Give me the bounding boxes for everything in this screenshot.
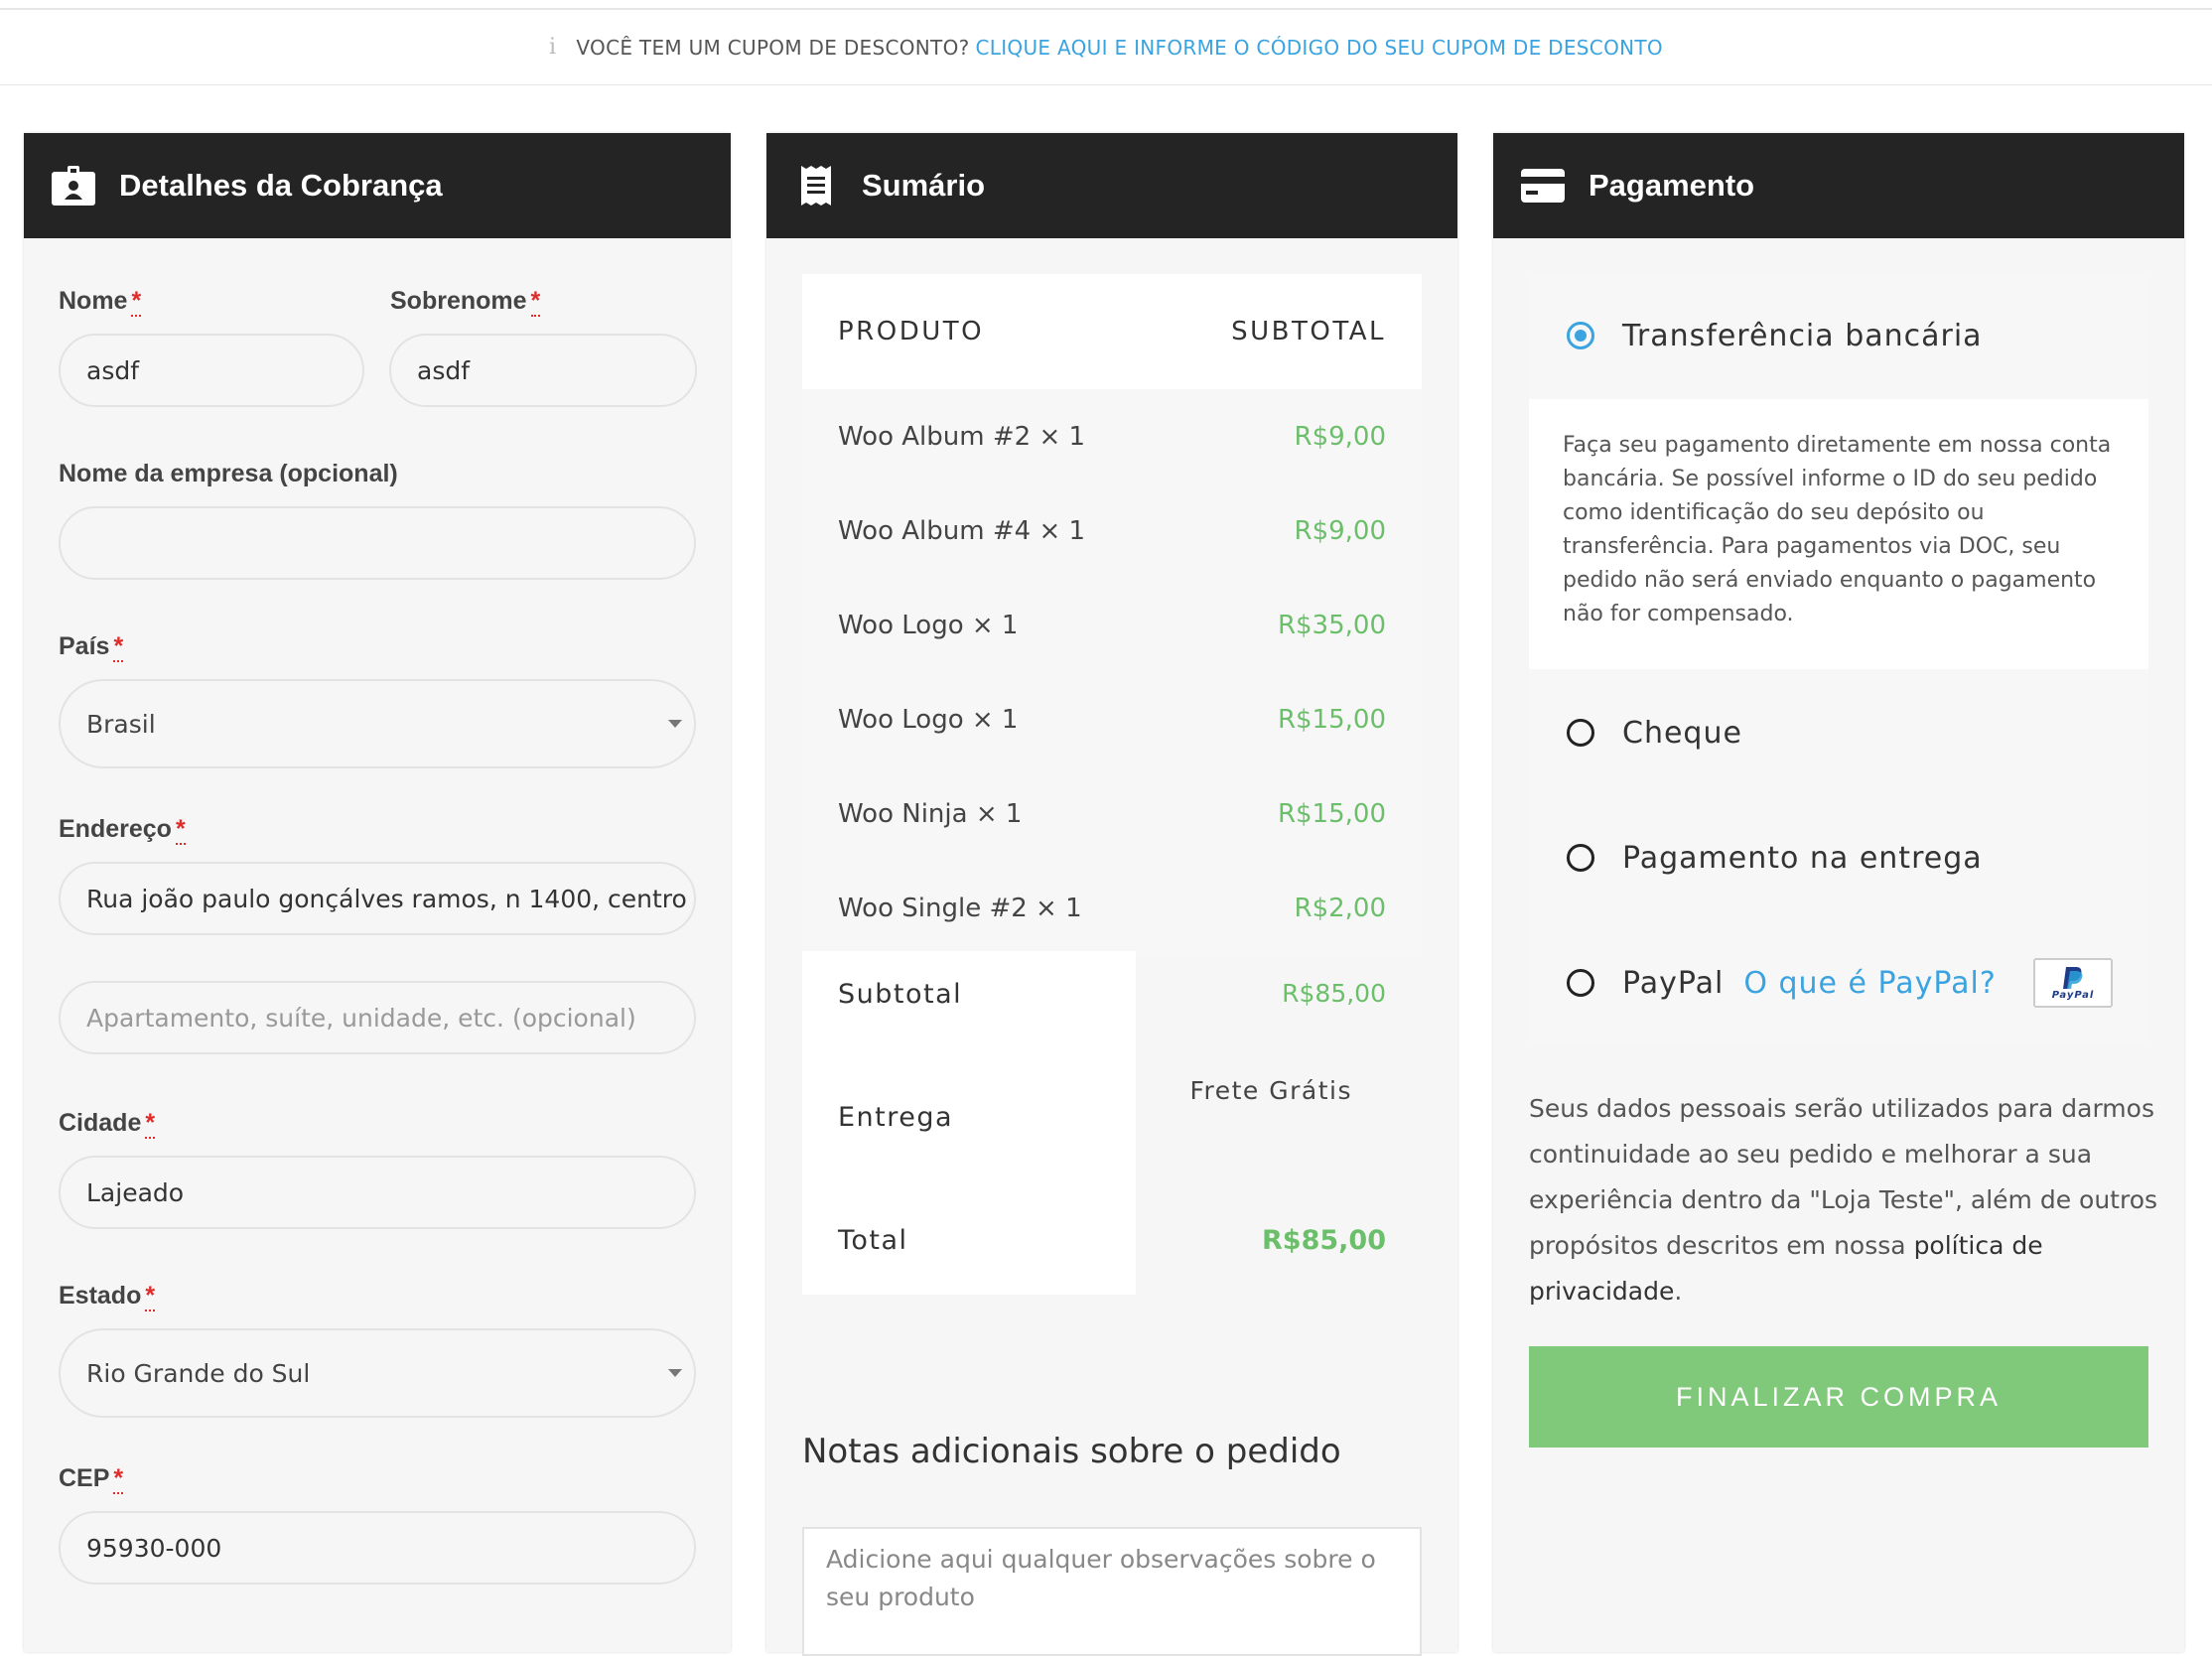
radio-icon[interactable] — [1567, 844, 1594, 872]
payment-option-cheque[interactable]: Cheque — [1529, 673, 2148, 792]
credit-card-icon — [1519, 166, 1567, 206]
chevron-down-icon — [668, 720, 682, 728]
payment-option-cod[interactable]: Pagamento na entrega — [1529, 798, 2148, 917]
payment-title: Pagamento — [1589, 168, 1755, 203]
table-row: Woo Album #2 × 1 R$9,00 — [802, 389, 1422, 483]
paypal-logo-text: PayPal — [2051, 990, 2095, 1001]
item-price: R$2,00 — [1294, 893, 1387, 923]
place-order-button[interactable]: FINALIZAR COMPRA — [1529, 1346, 2148, 1448]
order-totals: Subtotal R$85,00 Entrega Frete Grátis To… — [802, 951, 1422, 1295]
company-input[interactable] — [59, 506, 696, 580]
payment-option-label: Pagamento na entrega — [1622, 840, 1983, 876]
receipt-icon — [792, 166, 840, 206]
total-value: R$85,00 — [1262, 1225, 1386, 1256]
order-table-header: PRODUTO SUBTOTAL — [802, 274, 1422, 389]
address-input[interactable]: Rua joão paulo gonçálves ramos, n 1400, … — [59, 862, 696, 935]
city-label: Cidade * — [59, 1109, 156, 1139]
table-row: Woo Single #2 × 1 R$2,00 — [802, 861, 1422, 955]
item-name: Woo Logo × 1 — [838, 610, 1019, 640]
address-label: Endereço * — [59, 815, 186, 845]
item-price: R$15,00 — [1277, 704, 1386, 735]
payment-option-label: Transferência bancária — [1622, 318, 1983, 353]
payment-panel: Pagamento Transferência bancária Faça se… — [1493, 133, 2184, 1652]
country-select[interactable]: Brasil — [59, 679, 696, 768]
summary-panel: Sumário PRODUTO SUBTOTAL Woo Album #2 × … — [766, 133, 1457, 1656]
payment-option-label: PayPal — [1622, 965, 1725, 1001]
item-price: R$9,00 — [1294, 421, 1387, 452]
subtotal-label: Subtotal — [838, 979, 963, 1010]
col-subtotal: SUBTOTAL — [1231, 317, 1386, 346]
item-price: R$9,00 — [1294, 515, 1387, 546]
payment-option-bank[interactable]: Transferência bancária — [1529, 276, 2148, 395]
table-row: Woo Album #4 × 1 R$9,00 — [802, 483, 1422, 578]
info-icon: i — [549, 35, 557, 60]
order-table: PRODUTO SUBTOTAL Woo Album #2 × 1 R$9,00… — [802, 274, 1422, 955]
table-row: Woo Logo × 1 R$35,00 — [802, 578, 1422, 672]
address2-input[interactable]: Apartamento, suíte, unidade, etc. (opcio… — [59, 981, 696, 1054]
notes-title: Notas adicionais sobre o pedido — [802, 1432, 1341, 1471]
item-name: Woo Album #2 × 1 — [838, 421, 1086, 452]
item-name: Woo Ninja × 1 — [838, 798, 1023, 829]
radio-icon[interactable] — [1567, 969, 1594, 997]
summary-title: Sumário — [862, 168, 986, 203]
city-input[interactable]: Lajeado — [59, 1156, 696, 1229]
summary-header: Sumário — [766, 133, 1457, 238]
item-price: R$15,00 — [1277, 798, 1386, 829]
postcode-input[interactable]: 95930-000 — [59, 1511, 696, 1585]
radio-selected-icon[interactable] — [1567, 322, 1594, 349]
col-product: PRODUTO — [838, 317, 985, 346]
last-name-label: Sobrenome * — [390, 287, 541, 317]
bank-description: Faça seu pagamento diretamente em nossa … — [1529, 399, 2148, 669]
coupon-notice: i VOCÊ TEM UM CUPOM DE DESCONTO? CLIQUE … — [0, 8, 2212, 85]
item-name: Woo Album #4 × 1 — [838, 515, 1086, 546]
privacy-notice: Seus dados pessoais serão utilizados par… — [1529, 1094, 2158, 1306]
paypal-info-link[interactable]: O que é PayPal? — [1743, 966, 1996, 1001]
payment-option-paypal[interactable]: PayPal O que é PayPal? PayPal — [1529, 923, 2148, 1042]
last-name-input[interactable]: asdf — [389, 334, 697, 407]
coupon-prefix: VOCÊ TEM UM CUPOM DE DESCONTO? — [576, 35, 970, 60]
shipping-value: Frete Grátis — [1189, 1076, 1352, 1105]
subtotal-value: R$85,00 — [1282, 979, 1386, 1008]
id-card-icon — [50, 166, 97, 206]
chevron-down-icon — [668, 1369, 682, 1377]
company-label: Nome da empresa (opcional) — [59, 460, 398, 487]
first-name-label: Nome * — [59, 287, 142, 317]
country-label: País * — [59, 632, 124, 662]
table-row: Woo Ninja × 1 R$15,00 — [802, 766, 1422, 861]
billing-title: Detalhes da Cobrança — [119, 168, 443, 203]
postcode-label: CEP * — [59, 1464, 124, 1494]
shipping-label: Entrega — [838, 1102, 954, 1133]
payment-header: Pagamento — [1493, 133, 2184, 238]
state-value: Rio Grande do Sul — [86, 1358, 311, 1388]
country-value: Brasil — [86, 709, 156, 739]
billing-header: Detalhes da Cobrança — [24, 133, 731, 238]
coupon-link[interactable]: CLIQUE AQUI E INFORME O CÓDIGO DO SEU CU… — [976, 36, 1663, 60]
item-name: Woo Logo × 1 — [838, 704, 1019, 735]
total-label: Total — [838, 1225, 908, 1256]
item-price: R$35,00 — [1277, 610, 1386, 640]
radio-icon[interactable] — [1567, 719, 1594, 747]
state-label: Estado * — [59, 1282, 156, 1311]
first-name-input[interactable]: asdf — [59, 334, 364, 407]
state-select[interactable]: Rio Grande do Sul — [59, 1328, 696, 1418]
notes-textarea[interactable]: Adicione aqui qualquer observações sobre… — [802, 1527, 1422, 1656]
payment-option-label: Cheque — [1622, 715, 1742, 751]
privacy-text: Seus dados pessoais serão utilizados par… — [1529, 1094, 2158, 1260]
table-row: Woo Logo × 1 R$15,00 — [802, 672, 1422, 766]
item-name: Woo Single #2 × 1 — [838, 893, 1082, 923]
paypal-logo-icon: PayPal — [2033, 958, 2113, 1008]
billing-panel: Detalhes da Cobrança Nome * asdf Sobrenom… — [24, 133, 731, 1652]
